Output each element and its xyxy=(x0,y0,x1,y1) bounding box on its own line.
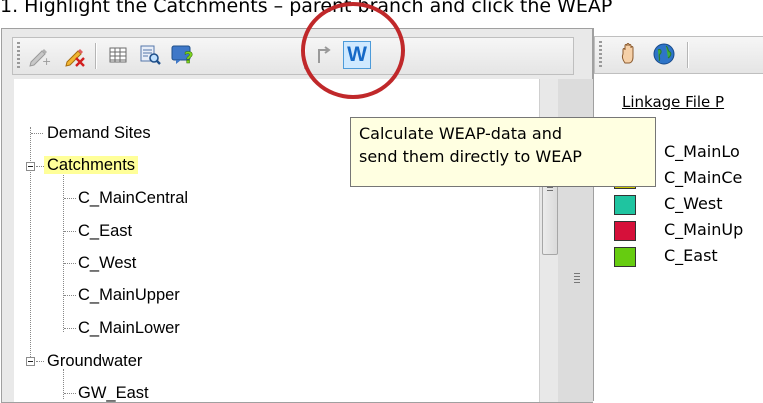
edit-pencil-icon[interactable]: + xyxy=(27,43,51,68)
tree-item-demand-sites[interactable]: Demand Sites xyxy=(47,123,151,143)
legend-label: C_MainCe xyxy=(664,168,743,187)
tree-item-c-mainlower[interactable]: C_MainLower xyxy=(78,318,180,338)
tree-item-groundwater[interactable]: Groundwater xyxy=(47,351,142,371)
tree-connector xyxy=(36,166,44,167)
svg-text:+: + xyxy=(42,55,51,67)
tree-connector xyxy=(64,231,76,232)
tree-item-c-west[interactable]: C_West xyxy=(78,253,136,273)
tree-connector xyxy=(36,361,44,362)
collapse-icon[interactable] xyxy=(26,357,35,366)
toolbar-separator xyxy=(687,42,689,68)
tree-connector xyxy=(31,133,43,134)
legend-item: C_West xyxy=(614,193,763,217)
legend-label: C_West xyxy=(664,194,723,213)
globe-icon[interactable] xyxy=(652,42,676,66)
left-toolbar: + ? W xyxy=(12,37,574,75)
tree-connector xyxy=(63,369,64,399)
hand-icon[interactable] xyxy=(618,42,642,66)
splitter-grip-icon xyxy=(574,273,580,283)
tree-item-c-mainupper[interactable]: C_MainUpper xyxy=(78,285,180,305)
tooltip: Calculate WEAP-data and send them direct… xyxy=(350,117,656,187)
tooltip-line-1: Calculate WEAP-data and xyxy=(359,124,562,143)
catchments-label: Catchments xyxy=(44,156,139,174)
legend-swatch xyxy=(614,247,636,267)
tree-item-gw-east[interactable]: GW_East xyxy=(78,383,149,402)
legend-label: C_MainUp xyxy=(664,220,744,239)
tree-connector xyxy=(64,295,76,296)
grid-icon[interactable] xyxy=(106,43,130,67)
tree-item-c-east[interactable]: C_East xyxy=(78,221,132,241)
tree-connector xyxy=(63,170,64,332)
toolbar-grip[interactable] xyxy=(17,42,20,68)
svg-text:?: ? xyxy=(184,48,193,67)
tree-connector xyxy=(64,263,76,264)
legend-swatch xyxy=(614,221,636,241)
tree-item-catchments[interactable]: Catchments xyxy=(44,155,139,175)
search-icon[interactable] xyxy=(138,43,162,67)
legend-item: C_MainUp xyxy=(614,219,763,243)
collapse-icon[interactable] xyxy=(26,162,35,171)
map-panel: Linkage File P C_MainLo C_MainCe C_West … xyxy=(593,28,763,401)
tree-panel: + ? W Demand Sites Catchments C_MainCent… xyxy=(1,28,593,403)
tree-connector xyxy=(64,393,76,394)
help-icon[interactable]: ? xyxy=(170,43,194,67)
legend-label: C_East xyxy=(664,246,718,265)
toolbar-separator xyxy=(95,43,97,69)
toolbar-grip[interactable] xyxy=(599,41,602,67)
legend-item: C_East xyxy=(614,245,763,269)
highlight-circle xyxy=(301,2,405,99)
legend-swatch xyxy=(614,195,636,215)
right-toolbar xyxy=(594,36,763,74)
tree-connector xyxy=(64,328,76,329)
delete-pencil-icon[interactable] xyxy=(63,43,87,67)
linkage-file-title[interactable]: Linkage File P xyxy=(622,93,724,111)
tooltip-line-2: send them directly to WEAP xyxy=(359,147,582,166)
tree-item-c-maincentral[interactable]: C_MainCentral xyxy=(78,188,188,208)
legend-label: C_MainLo xyxy=(664,142,740,161)
tree-connector xyxy=(64,198,76,199)
